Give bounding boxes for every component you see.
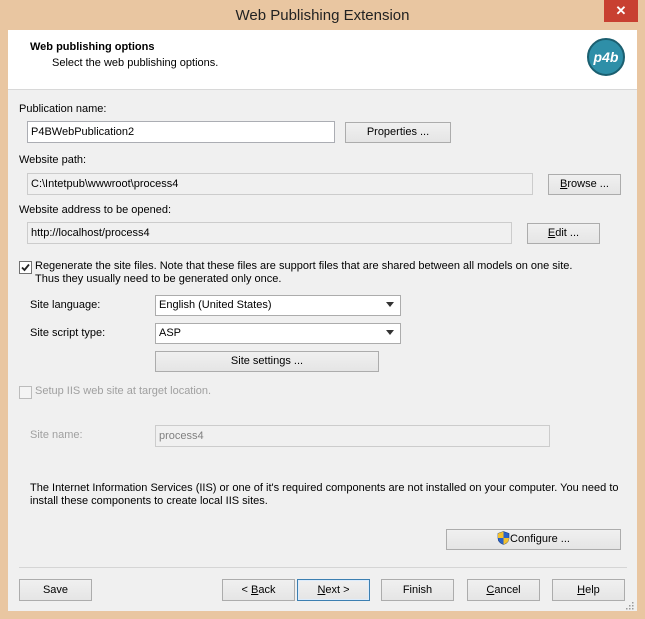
close-button[interactable]: ✕	[604, 0, 638, 22]
regenerate-checkbox[interactable]	[19, 261, 32, 274]
chevron-down-icon	[386, 302, 394, 307]
regenerate-label-line2: Thus they usually need to be generated o…	[35, 273, 282, 285]
checkmark-icon	[21, 263, 30, 272]
chevron-down-icon	[386, 330, 394, 335]
configure-button[interactable]: Configure ...	[446, 529, 621, 550]
next-button[interactable]: Next >	[297, 579, 370, 601]
resize-grip-icon[interactable]	[624, 600, 634, 610]
browse-label: rowse ...	[567, 178, 609, 190]
regenerate-label-line1: Regenerate the site files. Note that the…	[35, 260, 573, 272]
help-button[interactable]: Help	[552, 579, 625, 601]
site-language-value: English (United States)	[159, 299, 272, 311]
website-path-input[interactable]: C:\Intetpub\wwwroot\process4	[27, 173, 533, 195]
site-name-input[interactable]: process4	[155, 425, 550, 447]
window-frame-left	[0, 30, 8, 619]
cancel-label: ancel	[494, 584, 521, 596]
dialog-client-area	[8, 30, 637, 611]
shield-icon	[497, 531, 510, 545]
window-frame-right	[637, 30, 645, 619]
finish-button[interactable]: Finish	[381, 579, 454, 601]
publication-name-input[interactable]: P4BWebPublication2	[27, 121, 335, 143]
window-frame-bottom	[0, 611, 645, 619]
site-language-select[interactable]: English (United States)	[155, 295, 401, 316]
next-label: ext >	[325, 584, 350, 596]
site-script-type-value: ASP	[159, 327, 182, 339]
site-script-type-select[interactable]: ASP	[155, 323, 401, 344]
back-label: ack	[258, 584, 276, 596]
iis-notice-line1: The Internet Information Services (IIS) …	[30, 482, 619, 494]
website-path-label: Website path:	[19, 154, 87, 166]
publication-name-label: Publication name:	[19, 103, 107, 115]
setup-iis-checkbox[interactable]	[19, 386, 32, 399]
site-name-label: Site name:	[30, 429, 83, 441]
window-title: Web Publishing Extension	[235, 7, 410, 24]
iis-notice-line2: install these components to create local…	[30, 495, 268, 507]
page-title: Web publishing options	[30, 41, 155, 53]
save-button[interactable]: Save	[19, 579, 92, 601]
footer-divider	[19, 567, 627, 568]
setup-iis-label: Setup IIS web site at target location.	[35, 385, 212, 397]
help-label: elp	[585, 584, 600, 596]
site-settings-button[interactable]: Site settings ...	[155, 351, 379, 372]
configure-label: Configure ...	[510, 533, 570, 545]
close-icon: ✕	[615, 3, 627, 18]
edit-button[interactable]: Edit ...	[527, 223, 600, 244]
logo-text: p4b	[593, 49, 619, 65]
help-accel: H	[577, 584, 586, 596]
properties-button[interactable]: Properties ...	[345, 122, 451, 143]
edit-label: dit ...	[555, 227, 580, 239]
page-subtitle: Select the web publishing options.	[52, 57, 219, 69]
cancel-button[interactable]: Cancel	[467, 579, 540, 601]
website-address-input[interactable]: http://localhost/process4	[27, 222, 512, 244]
site-language-label: Site language:	[30, 299, 101, 311]
back-button[interactable]: < Back	[222, 579, 295, 601]
site-script-type-label: Site script type:	[30, 327, 106, 339]
browse-button[interactable]: Browse ...	[548, 174, 621, 195]
back-glyph: <	[241, 584, 251, 596]
website-address-label: Website address to be opened:	[19, 204, 172, 216]
